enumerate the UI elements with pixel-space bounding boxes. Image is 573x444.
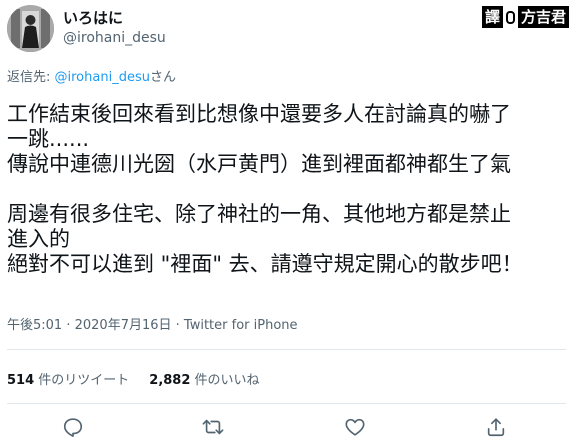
watermark-right-label: 方吉君 xyxy=(517,6,569,28)
divider xyxy=(7,349,566,350)
avatar-image-icon xyxy=(7,5,54,52)
share-button[interactable] xyxy=(484,415,508,439)
like-stat[interactable]: 2,882 件のいいね xyxy=(149,373,259,389)
watermark-dot-icon xyxy=(505,10,515,24)
tweet-line: 工作結束後回來看到比想像中還要多人在討論真的嚇了 xyxy=(7,102,511,126)
tweet-time[interactable]: 午後5:01 xyxy=(7,318,62,333)
retweet-count: 514 xyxy=(7,373,35,388)
retweet-stat[interactable]: 514 件のリツイート xyxy=(7,373,129,389)
watermark-left-label: 譯 xyxy=(481,6,503,28)
tweet-line: 周邊有很多住宅、除了神社的一角、其他地方都是禁止 xyxy=(7,202,511,226)
avatar[interactable] xyxy=(7,5,54,52)
like-button[interactable] xyxy=(343,415,367,439)
translator-watermark: 譯 方吉君 xyxy=(481,6,569,28)
display-name[interactable]: いろはに xyxy=(63,9,123,27)
retweet-label: 件のリツイート xyxy=(34,373,130,388)
meta-separator: · xyxy=(62,318,75,333)
retweet-icon xyxy=(202,419,224,435)
reply-to-line: 返信先: @irohani_desuさん xyxy=(7,70,176,86)
tweet-card: いろはに @irohani_desu 譯 方吉君 返信先: @irohani_d… xyxy=(0,0,573,444)
tweet-text: 工作結束後回來看到比想像中還要多人在討論真的嚇了 一跳...... 傳說中連德川… xyxy=(7,102,562,277)
like-count: 2,882 xyxy=(149,373,191,388)
like-label: 件のいいね xyxy=(190,373,260,388)
reply-button[interactable] xyxy=(61,415,85,439)
tweet-date[interactable]: 2020年7月16日 xyxy=(75,318,172,333)
tweet-line: 進入的 xyxy=(7,227,70,251)
reply-prefix: 返信先: xyxy=(7,70,55,85)
tweet-line: 絕對不可以進到 "裡面" 去、請遵守規定開心的散步吧！ xyxy=(7,252,523,276)
action-bar xyxy=(0,415,573,439)
user-handle[interactable]: @irohani_desu xyxy=(63,30,166,47)
tweet-metadata: 午後5:01 · 2020年7月16日 · Twitter for iPhone xyxy=(7,318,298,334)
reply-mention-link[interactable]: @irohani_desu xyxy=(55,70,150,85)
retweet-button[interactable] xyxy=(201,415,225,439)
meta-separator: · xyxy=(171,318,184,333)
tweet-line: 一跳...... xyxy=(7,127,90,151)
tweet-line: 傳說中連德川光圀（水戸黄門）進到裡面都神都生了氣 xyxy=(7,152,511,176)
reply-icon xyxy=(63,418,83,437)
tweet-stats: 514 件のリツイート 2,882 件のいいね xyxy=(7,373,260,389)
reply-suffix: さん xyxy=(149,70,176,85)
share-icon xyxy=(487,418,505,437)
tweet-source[interactable]: Twitter for iPhone xyxy=(184,318,298,333)
like-icon xyxy=(345,418,365,436)
divider xyxy=(7,403,566,404)
